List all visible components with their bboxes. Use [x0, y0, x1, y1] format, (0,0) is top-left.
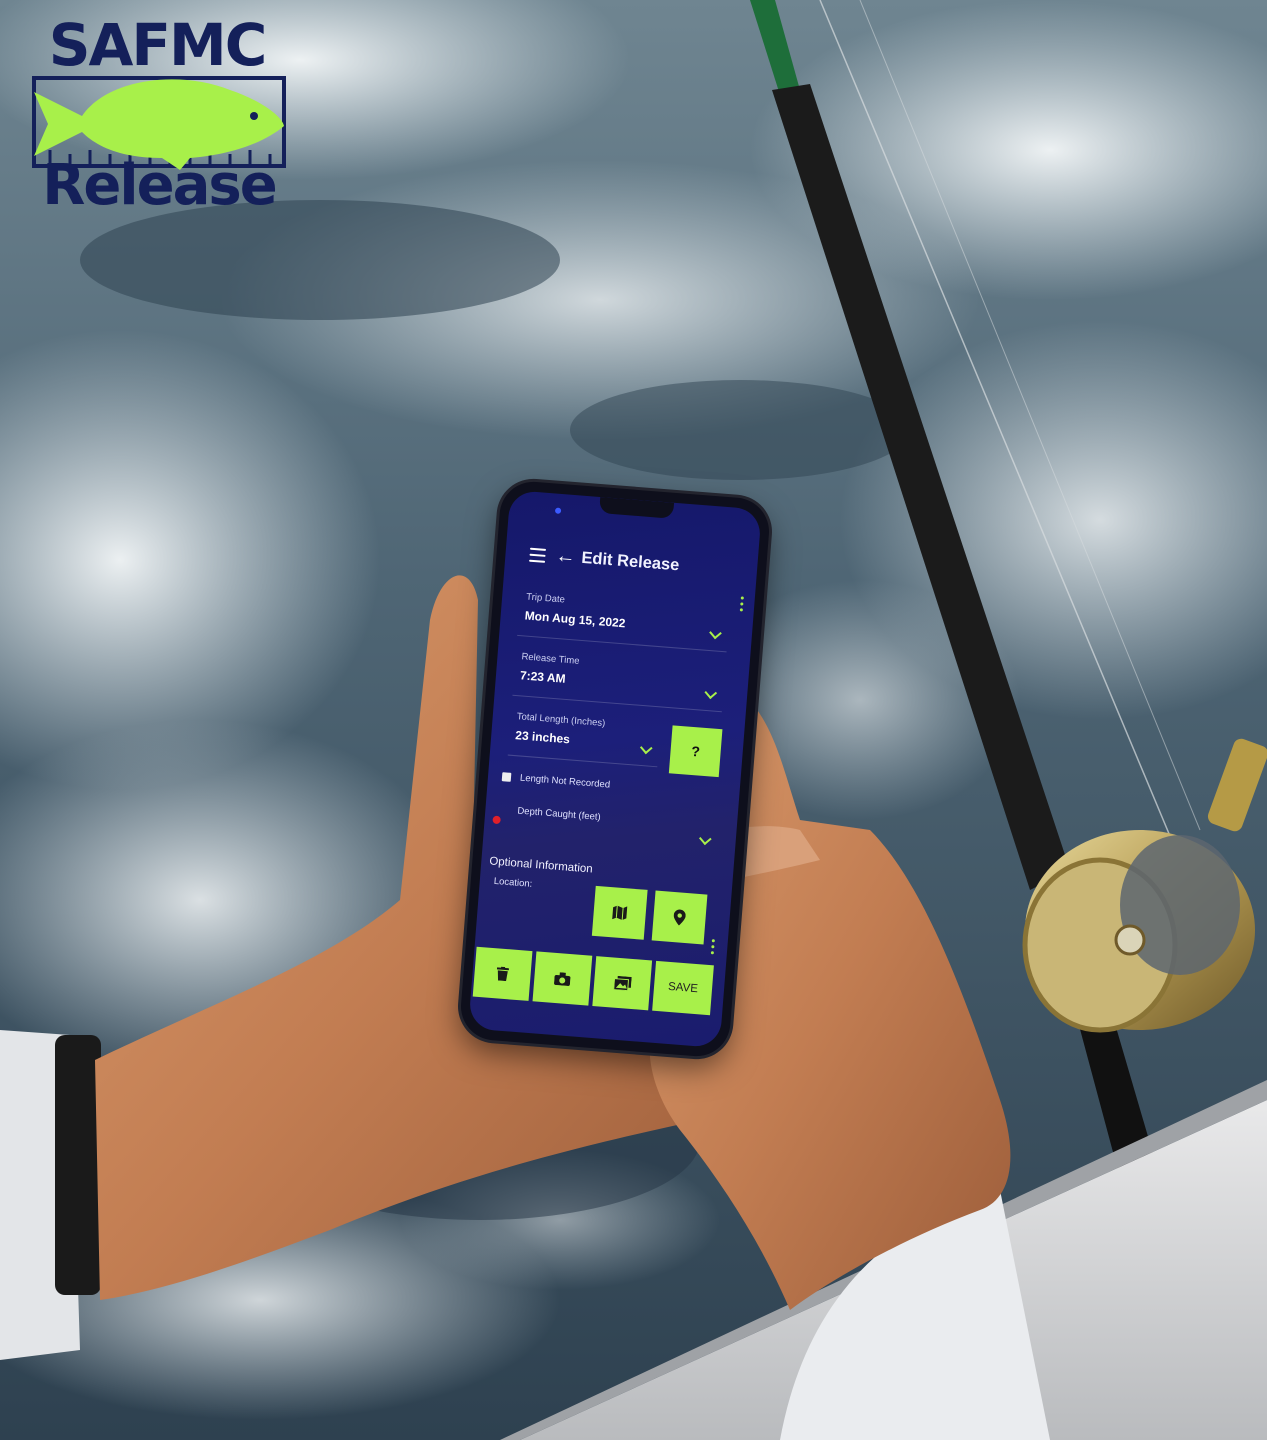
depth-caught-field[interactable]: Depth Caught (feet) — [491, 804, 713, 861]
release-time-label: Release Time — [521, 651, 580, 667]
trip-date-field[interactable]: Trip Date Mon Aug 15, 2022 — [517, 591, 731, 653]
chevron-down-icon — [704, 686, 718, 700]
logo-top-text: SAFMC — [48, 11, 268, 79]
location-pin-icon — [673, 909, 686, 926]
menu-icon[interactable] — [529, 547, 547, 563]
required-indicator-icon — [492, 815, 501, 825]
trash-icon — [496, 966, 510, 982]
camera-button[interactable] — [532, 951, 593, 1006]
location-label: Location: — [493, 875, 533, 890]
scroll-indicator-icon — [710, 939, 716, 957]
optional-information-heading: Optional Information — [488, 855, 594, 876]
total-length-field[interactable]: Total Length (Inches) 23 inches — [507, 710, 661, 768]
release-time-value: 7:23 AM — [519, 668, 567, 686]
logo-bottom-text: Release — [42, 153, 277, 218]
chevron-down-icon — [709, 626, 722, 640]
bottom-action-bar: SAVE — [470, 946, 726, 1023]
location-pin-button[interactable] — [651, 890, 708, 945]
length-not-recorded-label: Length Not Recorded — [519, 772, 611, 791]
trip-date-value: Mon Aug 15, 2022 — [524, 608, 626, 631]
app-bar: ← Edit Release — [504, 538, 758, 592]
delete-button[interactable] — [472, 946, 533, 1001]
map-icon — [612, 905, 628, 921]
scroll-indicator-icon — [739, 596, 745, 614]
phone-notch — [599, 497, 675, 519]
map-button[interactable] — [591, 885, 648, 940]
smartphone: ← Edit Release Trip Date Mon Aug 15, 202… — [458, 479, 772, 1059]
status-indicator — [554, 507, 562, 514]
total-length-value: 23 inches — [514, 728, 571, 747]
safmc-release-logo: SAFMC Release — [22, 11, 292, 218]
length-not-recorded-checkbox[interactable] — [501, 772, 512, 782]
arrow-left-icon[interactable]: ← — [555, 545, 577, 569]
chevron-down-icon — [698, 832, 712, 846]
page-title: Edit Release — [580, 548, 681, 575]
gallery-button[interactable] — [592, 956, 653, 1011]
app-screen: ← Edit Release Trip Date Mon Aug 15, 202… — [468, 489, 762, 1049]
gallery-icon — [613, 975, 632, 991]
release-time-field[interactable]: Release Time 7:23 AM — [512, 650, 726, 713]
length-help-button[interactable]: ? — [668, 725, 723, 778]
total-length-label: Total Length (Inches) — [516, 711, 606, 730]
save-button[interactable]: SAVE — [652, 960, 714, 1016]
trip-date-label: Trip Date — [525, 591, 566, 606]
camera-icon — [554, 971, 571, 986]
depth-caught-label: Depth Caught (feet) — [516, 805, 602, 824]
chevron-down-icon — [639, 741, 653, 755]
